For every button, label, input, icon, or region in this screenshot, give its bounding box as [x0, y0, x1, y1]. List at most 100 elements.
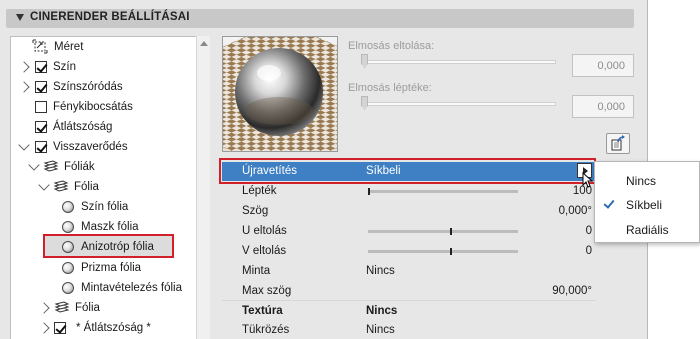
- chevron-right-icon[interactable]: [38, 321, 50, 334]
- prop-row-max-szog[interactable]: Max szög 90,000°: [222, 282, 596, 301]
- shader-ball-icon: [62, 240, 74, 253]
- menu-item-label: Nincs: [626, 174, 657, 188]
- prop-key: Max szög: [242, 285, 292, 297]
- menu-item-sikbeli[interactable]: Síkbeli: [595, 194, 699, 216]
- prop-slider[interactable]: [368, 248, 518, 255]
- tree-item-maszk-folia[interactable]: Maszk fólia: [62, 217, 139, 236]
- tree-item-prizma-folia[interactable]: Prizma fólia: [62, 258, 141, 277]
- settings-panel: CINERENDER BEÁLLÍTÁSAI Méret Szín Színsz…: [0, 0, 648, 339]
- layers-icon: [43, 159, 59, 172]
- prop-row-u-eltolas[interactable]: U eltolás 0: [222, 222, 596, 241]
- prop-slider-marker[interactable]: [450, 228, 452, 235]
- tree-item-szin-folia[interactable]: Szín fólia: [62, 197, 128, 216]
- tree-item-visszaverodes[interactable]: Visszaverődés: [18, 137, 128, 156]
- chevron-right-icon[interactable]: [18, 60, 30, 73]
- prop-value[interactable]: Nincs: [366, 324, 395, 336]
- selected-property-outline: [219, 158, 596, 184]
- prop-key: U eltolás: [242, 225, 287, 237]
- tree-item-label: Prizma fólia: [81, 261, 142, 274]
- shader-ball-icon: [62, 220, 74, 233]
- checkbox[interactable]: [35, 100, 47, 113]
- checkbox[interactable]: [35, 60, 47, 73]
- checkbox[interactable]: [35, 80, 47, 93]
- prop-row-leptek[interactable]: Lépték 100: [222, 182, 596, 201]
- blur-offset-slider[interactable]: [364, 60, 556, 64]
- prop-slider[interactable]: [368, 228, 518, 235]
- tree-item-szin[interactable]: Szín: [18, 57, 76, 76]
- blur-scale-label: Elmosás léptéke:: [348, 82, 432, 94]
- material-preview: [222, 36, 338, 152]
- layers-icon: [53, 179, 69, 192]
- checkmark-icon: [603, 197, 615, 209]
- tree-item-label: Színszóródás: [53, 80, 123, 93]
- prop-value[interactable]: Nincs: [366, 305, 397, 317]
- blur-offset-slider-thumb[interactable]: [361, 54, 368, 68]
- prop-slider[interactable]: [368, 188, 518, 195]
- prop-value[interactable]: 0: [586, 225, 592, 237]
- prop-slider-marker[interactable]: [368, 188, 370, 195]
- tree-item-label: Fóliák: [64, 160, 95, 173]
- chevron-down-icon[interactable]: [28, 158, 40, 171]
- checkbox[interactable]: [35, 140, 47, 153]
- prop-slider-marker[interactable]: [450, 248, 452, 255]
- prop-value[interactable]: 0,000°: [559, 205, 592, 217]
- prop-value[interactable]: Nincs: [366, 265, 395, 277]
- tree-item-label: Átlátszóság: [53, 120, 113, 133]
- tree-item-folia-2[interactable]: Fólia: [38, 298, 100, 317]
- tree-item-meret[interactable]: Méret: [32, 37, 83, 56]
- shader-ball-icon: [62, 261, 74, 274]
- reprojection-popup-menu: Nincs Síkbeli Radiális: [594, 161, 700, 243]
- tree-item-label: Anizotróp fólia: [81, 240, 154, 253]
- layers-icon: [54, 300, 70, 313]
- prop-value[interactable]: 0: [586, 245, 592, 257]
- prop-row-textura[interactable]: Textúra Nincs: [222, 302, 596, 321]
- tree-item-label: Méret: [54, 40, 84, 53]
- blur-offset-field[interactable]: 0,000: [572, 54, 634, 77]
- tree-item-atlatszosag[interactable]: Átlátszóság: [35, 117, 112, 136]
- blur-scale-slider[interactable]: [364, 102, 556, 106]
- tree-item-anizotrop-folia[interactable]: Anizotróp fólia: [62, 237, 154, 256]
- chevron-right-icon[interactable]: [38, 301, 50, 314]
- shader-ball-icon: [62, 281, 74, 294]
- prop-row-szog[interactable]: Szög 0,000°: [222, 202, 596, 221]
- menu-item-radialis[interactable]: Radiális: [595, 219, 699, 241]
- blur-scale-slider-thumb[interactable]: [361, 96, 368, 110]
- scroll-up-arrow-icon[interactable]: [200, 41, 208, 46]
- prop-row-minta[interactable]: Minta Nincs: [222, 262, 596, 281]
- tree-item-label: Maszk fólia: [81, 220, 139, 233]
- export-icon: [611, 135, 625, 151]
- size-icon: [32, 39, 48, 54]
- menu-item-label: Radiális: [626, 223, 669, 237]
- tree-item-label: Szín fólia: [81, 200, 129, 213]
- prop-key: Szög: [242, 205, 269, 217]
- checkbox[interactable]: [35, 120, 47, 133]
- blur-scale-field[interactable]: 0,000: [572, 95, 634, 118]
- mouse-cursor-icon: [582, 172, 594, 188]
- chevron-down-icon[interactable]: [38, 178, 50, 191]
- tree-item-szinszorodas[interactable]: Színszóródás: [18, 77, 123, 96]
- checkbox[interactable]: [54, 321, 66, 334]
- chevron-down-icon[interactable]: [18, 138, 30, 151]
- prop-key: Lépték: [242, 185, 277, 197]
- tree-item-folia[interactable]: Fólia: [38, 177, 99, 196]
- collapse-triangle-icon[interactable]: [16, 14, 24, 21]
- export-button[interactable]: [606, 133, 630, 154]
- blur-offset-label: Elmosás eltolása:: [348, 40, 435, 52]
- chevron-right-icon[interactable]: [18, 80, 30, 93]
- tree-item-atlatszosag-layer[interactable]: * Átlátszóság *: [38, 318, 151, 337]
- tree-item-label: Fólia: [75, 301, 100, 314]
- tree-scrollbar[interactable]: [196, 36, 210, 339]
- menu-item-nincs[interactable]: Nincs: [595, 170, 699, 192]
- tree-item-foliak[interactable]: Fóliák: [28, 157, 95, 176]
- prop-key: V eltolás: [242, 245, 287, 257]
- tree-item-mintavetelezes-folia[interactable]: Mintavételezés fólia: [62, 278, 182, 297]
- section-title: CINERENDER BEÁLLÍTÁSAI: [30, 11, 190, 23]
- tree-item-label: Fólia: [74, 180, 99, 193]
- prop-row-tukrozes[interactable]: Tükrözés Nincs: [222, 321, 596, 339]
- prop-value[interactable]: 90,000°: [552, 285, 592, 297]
- tree-item-label: Mintavételezés fólia: [81, 281, 182, 294]
- tree-item-fenykibocsatas[interactable]: Fénykibocsátás: [35, 97, 133, 116]
- prop-row-v-eltolas[interactable]: V eltolás 0: [222, 242, 596, 261]
- prop-key: Minta: [242, 265, 271, 277]
- section-header[interactable]: CINERENDER BEÁLLÍTÁSAI: [6, 9, 634, 28]
